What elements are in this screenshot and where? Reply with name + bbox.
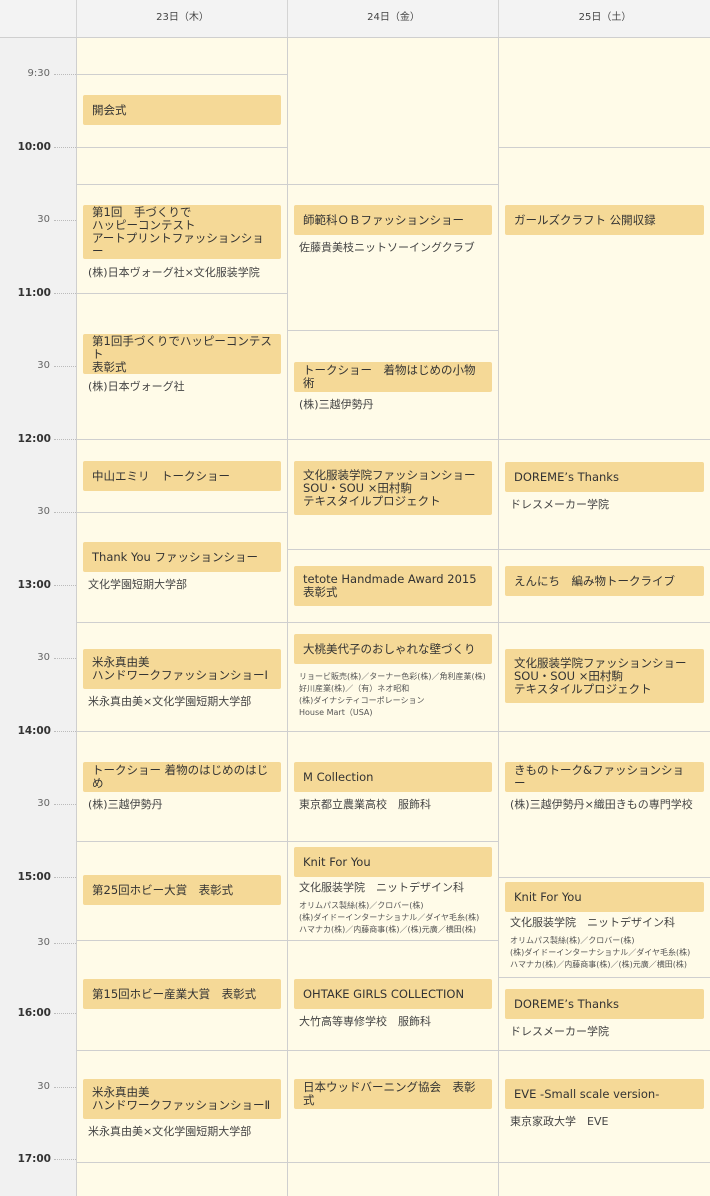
time-label: 16:00: [0, 1007, 76, 1019]
event-title[interactable]: 米永真由美 ハンドワークファッションショーⅠ: [83, 649, 281, 689]
events-sat: ガールズクラフト 公開収録 DOREME’s Thanks ドレスメーカー学院 …: [499, 0, 710, 1196]
event-organizer: ドレスメーカー学院: [510, 1025, 609, 1038]
event-organizer: (株)三越伊勢丹×織田きもの専門学校: [510, 798, 693, 811]
event-title[interactable]: 大桃美代子のおしゃれな壁づくり: [294, 634, 492, 664]
event-title[interactable]: 日本ウッドバーニング協会 表彰式: [294, 1079, 492, 1109]
event-title[interactable]: 文化服装学院ファッションショー SOU・SOU ×田村駒 テキスタイルプロジェク…: [505, 649, 704, 703]
time-column: [0, 38, 77, 1196]
event-title[interactable]: M Collection: [294, 762, 492, 792]
event-sponsors: オリムパス製絲(株)／クロバー(株) (株)ダイドーインターナショナル／ダイヤ毛…: [299, 901, 480, 934]
event-organizer: (株)日本ヴォーグ社: [88, 380, 185, 393]
time-label: 10:00: [0, 141, 76, 153]
event-title[interactable]: DOREME’s Thanks: [505, 462, 704, 492]
event-organizer: (株)三越伊勢丹: [88, 798, 163, 811]
event-organizer: ドレスメーカー学院: [510, 498, 609, 511]
event-organizer: 文化服装学院 ニットデザイン科: [510, 916, 675, 929]
time-label: 30: [0, 214, 76, 226]
event-title[interactable]: えんにち 編み物トークライブ: [505, 566, 704, 596]
event-title[interactable]: 中山エミリ トークショー: [83, 461, 281, 491]
event-title[interactable]: 米永真由美 ハンドワークファッションショーⅡ: [83, 1079, 281, 1119]
event-title[interactable]: EVE -Small scale version-: [505, 1079, 704, 1109]
event-title[interactable]: Thank You ファッションショー: [83, 542, 281, 572]
event-title[interactable]: 第1回 手づくりで ハッピーコンテスト アートプリントファッションショー: [83, 205, 281, 259]
event-organizer: 米永真由美×文化学園短期大学部: [88, 1125, 252, 1138]
time-label: 17:00: [0, 1153, 76, 1165]
event-organizer: 東京家政大学 EVE: [510, 1115, 609, 1128]
events-thu: 開会式 第1回 手づくりで ハッピーコンテスト アートプリントファッションショー…: [77, 0, 287, 1196]
time-label: 30: [0, 937, 76, 949]
event-title[interactable]: 開会式: [83, 95, 281, 125]
event-title[interactable]: 文化服装学院ファッションショー SOU・SOU ×田村駒 テキスタイルプロジェク…: [294, 461, 492, 515]
event-organizer: 文化学園短期大学部: [88, 578, 187, 591]
time-label: 12:00: [0, 433, 76, 445]
time-label: 11:00: [0, 287, 76, 299]
event-title[interactable]: tetote Handmade Award 2015 表彰式: [294, 566, 492, 606]
event-sponsors: リョービ販売(株)／ターナー色彩(株)／角利産業(株) 好川産業(株)／（有）ネ…: [299, 672, 486, 717]
event-organizer: 文化服装学院 ニットデザイン科: [299, 881, 464, 894]
time-label: 30: [0, 360, 76, 372]
event-title[interactable]: きものトーク&ファッションショー: [505, 762, 704, 792]
event-organizer: 米永真由美×文化学園短期大学部: [88, 695, 252, 708]
event-organizer: (株)三越伊勢丹: [299, 398, 374, 411]
event-title[interactable]: DOREME’s Thanks: [505, 989, 704, 1019]
time-label: 9:30: [0, 68, 76, 80]
schedule-grid: 23日（木） 24日（金） 25日（土） 9:30 10:00 30 11:00…: [0, 0, 710, 1196]
event-title[interactable]: 第1回手づくりでハッピーコンテスト 表彰式: [83, 334, 281, 374]
event-organizer: 東京都立農業高校 服飾科: [299, 798, 431, 811]
event-title[interactable]: トークショー 着物はじめの小物術: [294, 362, 492, 392]
event-organizer: (株)日本ヴォーグ社×文化服装学院: [88, 266, 260, 279]
time-label: 15:00: [0, 871, 76, 883]
time-label: 30: [0, 798, 76, 810]
event-sponsors: オリムパス製絲(株)／クロバー(株) (株)ダイドーインターナショナル／ダイヤ毛…: [510, 936, 691, 969]
event-title[interactable]: Knit For You: [294, 847, 492, 877]
event-title[interactable]: 第25回ホビー大賞 表彰式: [83, 875, 281, 905]
time-label: 30: [0, 506, 76, 518]
event-organizer: 佐藤貴美枝ニットソーイングクラブ: [299, 241, 475, 254]
time-label: 14:00: [0, 725, 76, 737]
event-title[interactable]: ガールズクラフト 公開収録: [505, 205, 704, 235]
event-organizer: 大竹高等専修学校 服飾科: [299, 1015, 431, 1028]
time-label: 30: [0, 1081, 76, 1093]
events-fri: 師範科ＯＢファッションショー 佐藤貴美枝ニットソーイングクラブ トークショー 着…: [288, 0, 498, 1196]
event-title[interactable]: OHTAKE GIRLS COLLECTION: [294, 979, 492, 1009]
event-title[interactable]: 第15回ホビー産業大賞 表彰式: [83, 979, 281, 1009]
time-label: 30: [0, 652, 76, 664]
event-title[interactable]: 師範科ＯＢファッションショー: [294, 205, 492, 235]
time-label: 13:00: [0, 579, 76, 591]
event-title[interactable]: Knit For You: [505, 882, 704, 912]
event-title[interactable]: トークショー 着物のはじめのはじめ: [83, 762, 281, 792]
